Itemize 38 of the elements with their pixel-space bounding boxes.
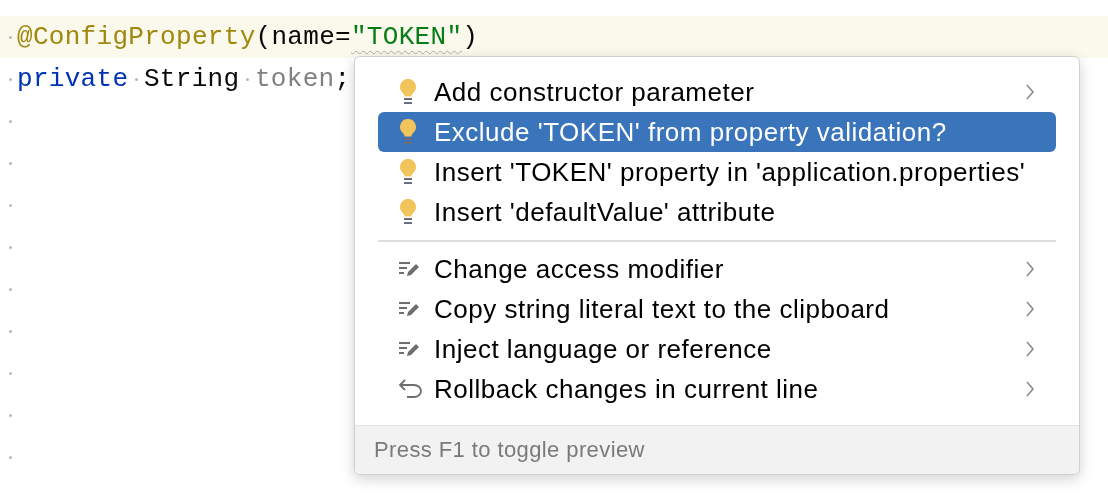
whitespace-dot-icon bbox=[9, 329, 12, 333]
whitespace-dot-icon bbox=[9, 77, 12, 81]
code-token: ; bbox=[334, 64, 351, 94]
menu-item[interactable]: Exclude 'TOKEN' from property validation? bbox=[378, 112, 1056, 152]
whitespace-dot-icon bbox=[9, 413, 12, 417]
menu-item[interactable]: Copy string literal text to the clipboard bbox=[378, 289, 1056, 329]
code-token: (name= bbox=[255, 22, 351, 52]
edit-lines-icon bbox=[398, 339, 422, 359]
menu-item[interactable]: Add constructor parameter bbox=[378, 72, 1056, 112]
code-token: "TOKEN" bbox=[350, 22, 463, 52]
whitespace-dot-icon bbox=[9, 35, 12, 39]
lightbulb-icon bbox=[398, 78, 418, 106]
code-token: String bbox=[143, 64, 240, 94]
menu-item[interactable]: Change access modifier bbox=[378, 249, 1056, 289]
code-token: @ConfigProperty bbox=[17, 22, 256, 52]
lightbulb-icon bbox=[398, 158, 418, 186]
code-token: token bbox=[254, 64, 335, 94]
menu-item[interactable]: Insert 'TOKEN' property in 'application.properties' bbox=[378, 152, 1056, 192]
menu-item[interactable]: Insert 'defaultValue' attribute bbox=[378, 192, 1056, 232]
whitespace-dot-icon bbox=[9, 287, 12, 291]
whitespace-dot-icon bbox=[9, 119, 12, 123]
whitespace-dot-icon bbox=[245, 77, 249, 81]
menu-item[interactable]: Inject language or reference bbox=[378, 329, 1056, 369]
whitespace-dot-icon bbox=[9, 203, 12, 207]
code-token: ) bbox=[462, 22, 479, 52]
hint-text: Press F1 to toggle preview bbox=[374, 437, 645, 463]
whitespace-dot-icon bbox=[9, 245, 12, 249]
edit-lines-icon bbox=[398, 259, 422, 279]
menu-item[interactable]: Rollback changes in current line bbox=[378, 369, 1056, 409]
lightbulb-icon bbox=[398, 198, 418, 226]
whitespace-dot-icon bbox=[134, 77, 138, 81]
code-token: private bbox=[17, 64, 129, 94]
lightbulb-icon bbox=[398, 118, 418, 146]
undo-arrow-icon bbox=[398, 378, 424, 400]
edit-lines-icon bbox=[398, 299, 422, 319]
whitespace-dot-icon bbox=[9, 455, 12, 459]
whitespace-dot-icon bbox=[9, 161, 12, 165]
whitespace-dot-icon bbox=[9, 371, 12, 375]
